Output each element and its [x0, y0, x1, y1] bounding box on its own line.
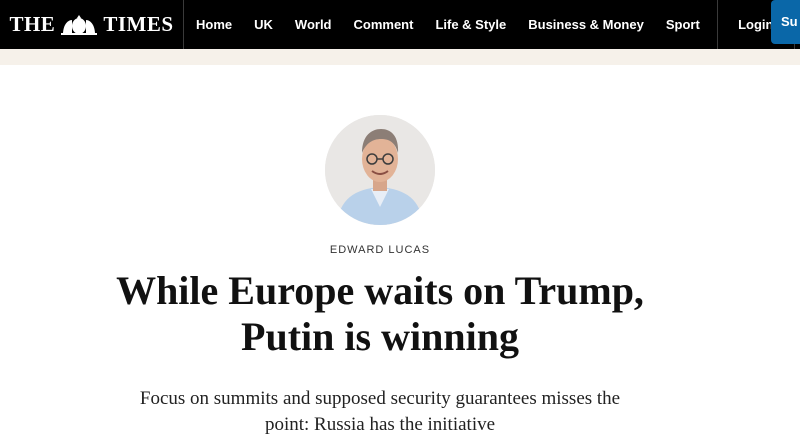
top-navigation-bar: THE TIMES Home UK World Comment Life & S… [0, 0, 800, 49]
brand-left-text: THE [9, 12, 56, 36]
author-avatar[interactable] [325, 115, 435, 225]
nav-item-life-style[interactable]: Life & Style [424, 0, 517, 49]
main-nav: Home UK World Comment Life & Style Busin… [184, 0, 711, 49]
brand-right-text: TIMES [103, 12, 174, 36]
nav-item-world[interactable]: World [284, 0, 343, 49]
standfirst-line-1: Focus on summits and supposed security g… [139, 388, 621, 409]
nav-item-home[interactable]: Home [184, 0, 243, 49]
author-portrait [325, 115, 435, 225]
standfirst-line-2: point: Russia has the initiative [264, 414, 496, 435]
header-strip [0, 49, 800, 65]
royal-crest-icon [61, 14, 98, 35]
nav-item-comment[interactable]: Comment [343, 0, 425, 49]
nav-item-business-money[interactable]: Business & Money [517, 0, 655, 49]
nav-item-uk[interactable]: UK [243, 0, 284, 49]
article-headline: While Europe waits on Trump, Putin is wi… [0, 268, 760, 360]
subscribe-button[interactable]: Su [771, 0, 800, 44]
author-name[interactable]: EDWARD LUCAS [0, 244, 760, 256]
nav-item-sport[interactable]: Sport [655, 0, 711, 49]
article-standfirst: Focus on summits and supposed security g… [0, 386, 760, 438]
headline-line-1: While Europe waits on Trump, [116, 268, 644, 313]
site-logo[interactable]: THE TIMES [0, 0, 184, 49]
headline-line-2: Putin is winning [241, 314, 519, 359]
